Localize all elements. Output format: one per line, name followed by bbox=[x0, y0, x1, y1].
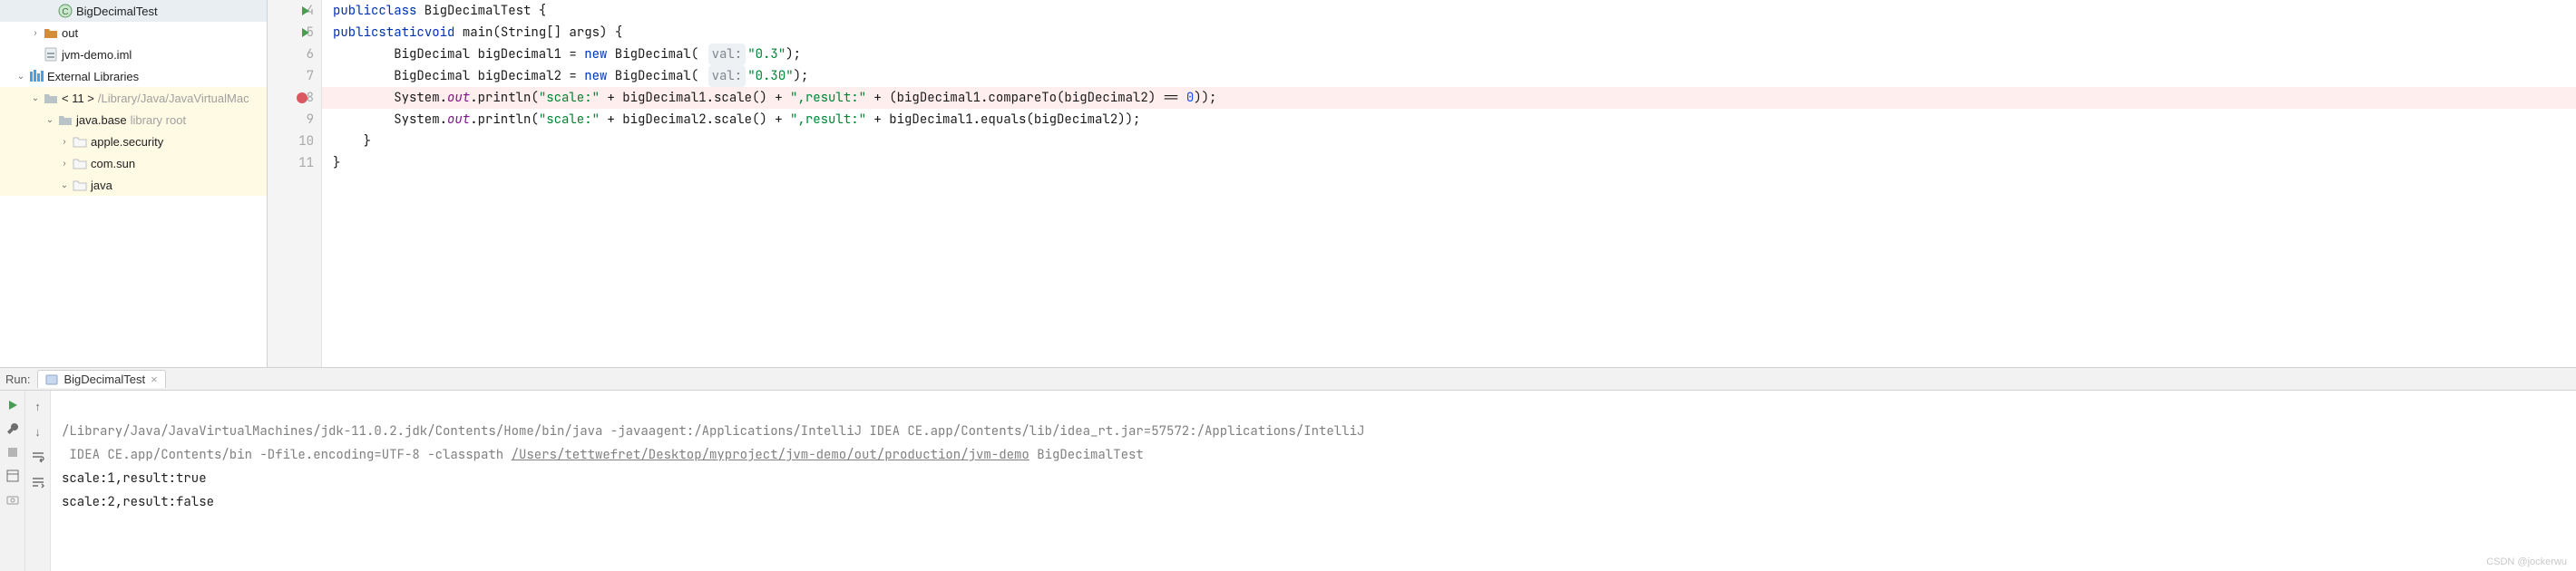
run-config-name: BigDecimalTest bbox=[63, 373, 145, 386]
run-panel-label: Run: bbox=[5, 373, 30, 386]
gutter-row[interactable]: 6 bbox=[268, 44, 321, 65]
code-line: public static void main(String[] args) { bbox=[322, 22, 2576, 44]
tree-item-label: apple.security bbox=[91, 135, 163, 149]
tree-item[interactable]: C BigDecimalTest bbox=[0, 0, 267, 22]
run-line-icon[interactable] bbox=[302, 6, 309, 15]
tree-item[interactable]: › out bbox=[0, 22, 267, 44]
line-number: 10 bbox=[298, 131, 314, 152]
java-class-icon: C bbox=[58, 4, 73, 18]
tree-item[interactable]: ⌄ < 11 > /Library/Java/JavaVirtualMac bbox=[0, 87, 267, 109]
gutter-row[interactable]: 9 bbox=[268, 109, 321, 131]
code-line: System.out.println("scale:" + bigDecimal… bbox=[322, 109, 2576, 131]
run-panel-body: ↑ ↓ /Library/Java/JavaVirtualMachines/jd… bbox=[0, 391, 2576, 571]
run-config-tab[interactable]: BigDecimalTest × bbox=[37, 370, 165, 388]
run-config-icon bbox=[45, 373, 58, 386]
run-panel-header: Run: BigDecimalTest × bbox=[0, 367, 2576, 391]
chevron-down-icon[interactable]: ⌄ bbox=[31, 93, 40, 103]
tree-item-label: jvm-demo.iml bbox=[62, 48, 132, 62]
tree-item-label: BigDecimalTest bbox=[76, 5, 158, 18]
chevron-down-icon[interactable]: ⌄ bbox=[45, 115, 54, 125]
wrench-icon[interactable] bbox=[5, 421, 20, 436]
code-line: System.out.println("scale:" + bigDecimal… bbox=[322, 87, 2576, 109]
editor-gutter: 4567891011 bbox=[268, 0, 322, 367]
svg-text:C: C bbox=[62, 7, 68, 17]
chevron-down-icon[interactable]: ⌄ bbox=[16, 72, 25, 82]
line-number: 11 bbox=[298, 152, 314, 174]
stop-icon[interactable] bbox=[5, 445, 20, 460]
folder-gray-icon bbox=[58, 112, 73, 127]
dir-white-icon bbox=[73, 178, 87, 192]
classpath-link[interactable]: /Users/tettwefret/Desktop/myproject/jvm-… bbox=[512, 447, 1029, 463]
iml-icon bbox=[44, 47, 58, 62]
tree-item-label: out bbox=[62, 26, 78, 40]
chevron-right-icon[interactable]: › bbox=[60, 137, 69, 147]
tree-item-label: < 11 > bbox=[62, 92, 94, 105]
code-line: } bbox=[322, 152, 2576, 174]
console-stdout-line: scale:1,result:true bbox=[62, 470, 207, 487]
soft-wrap-icon[interactable] bbox=[30, 449, 46, 465]
tree-item-label: java bbox=[91, 179, 112, 192]
gutter-row[interactable]: 11 bbox=[268, 152, 321, 174]
tree-item-label: java.base bbox=[76, 113, 127, 127]
close-icon[interactable]: × bbox=[151, 373, 158, 386]
chevron-right-icon[interactable]: › bbox=[60, 159, 69, 169]
code-line: public class BigDecimalTest { bbox=[322, 0, 2576, 22]
scroll-end-icon[interactable] bbox=[30, 474, 46, 490]
run-mid-toolbar: ↑ ↓ bbox=[25, 391, 51, 571]
line-number: 7 bbox=[307, 65, 314, 87]
code-editor: 4567891011 public class BigDecimalTest {… bbox=[268, 0, 2576, 367]
tree-item-suffix: /Library/Java/JavaVirtualMac bbox=[98, 92, 249, 105]
gutter-row[interactable]: 10 bbox=[268, 131, 321, 152]
rerun-icon[interactable] bbox=[5, 398, 20, 412]
code-line: BigDecimal bigDecimal1 = new BigDecimal(… bbox=[322, 44, 2576, 65]
tree-item-label: External Libraries bbox=[47, 70, 139, 83]
console-cmd-line: /Library/Java/JavaVirtualMachines/jdk-11… bbox=[62, 423, 1364, 440]
console-cmd-line: IDEA CE.app/Contents/bin -Dfile.encoding… bbox=[62, 447, 1144, 463]
chevron-down-icon[interactable]: ⌄ bbox=[60, 180, 69, 190]
code-line: BigDecimal bigDecimal2 = new BigDecimal(… bbox=[322, 65, 2576, 87]
run-left-toolbar bbox=[0, 391, 25, 571]
layout-icon[interactable] bbox=[5, 469, 20, 483]
line-number: 9 bbox=[307, 109, 314, 131]
dir-white-icon bbox=[73, 134, 87, 149]
parameter-hint: val: bbox=[708, 65, 746, 87]
tree-item[interactable]: ⌄ java bbox=[0, 174, 267, 196]
breakpoint-icon[interactable] bbox=[297, 92, 307, 103]
gutter-row[interactable]: 7 bbox=[268, 65, 321, 87]
tree-item[interactable]: › apple.security bbox=[0, 131, 267, 152]
tree-item[interactable]: jvm-demo.iml bbox=[0, 44, 267, 65]
folder-orange-icon bbox=[44, 25, 58, 40]
tree-item[interactable]: ⌄ java.base library root bbox=[0, 109, 267, 131]
editor-code-area[interactable]: public class BigDecimalTest { public sta… bbox=[322, 0, 2576, 367]
tree-item[interactable]: › com.sun bbox=[0, 152, 267, 174]
gutter-row[interactable]: 8 bbox=[268, 87, 321, 109]
folder-gray-icon bbox=[44, 91, 58, 105]
tree-item-label: com.sun bbox=[91, 157, 135, 170]
tree-item[interactable]: ⌄ External Libraries bbox=[0, 65, 267, 87]
project-tree: C BigDecimalTest › out jvm-demo.iml ⌄ External… bbox=[0, 0, 268, 367]
code-line: } bbox=[322, 131, 2576, 152]
camera-icon[interactable] bbox=[5, 492, 20, 507]
gutter-row[interactable]: 5 bbox=[268, 22, 321, 44]
watermark-text: CSDN @jockerwu bbox=[2486, 556, 2567, 567]
gutter-row[interactable]: 4 bbox=[268, 0, 321, 22]
chevron-right-icon[interactable]: › bbox=[31, 28, 40, 38]
tree-item-suffix: library root bbox=[131, 113, 186, 127]
console-stdout-line: scale:2,result:false bbox=[62, 494, 214, 510]
down-arrow-icon[interactable]: ↓ bbox=[30, 423, 46, 440]
up-arrow-icon[interactable]: ↑ bbox=[30, 398, 46, 414]
parameter-hint: val: bbox=[708, 44, 746, 65]
libs-icon bbox=[29, 69, 44, 83]
line-number: 6 bbox=[307, 44, 314, 65]
console-output[interactable]: /Library/Java/JavaVirtualMachines/jdk-11… bbox=[51, 391, 2576, 571]
dir-white-icon bbox=[73, 156, 87, 170]
run-line-icon[interactable] bbox=[302, 28, 309, 37]
